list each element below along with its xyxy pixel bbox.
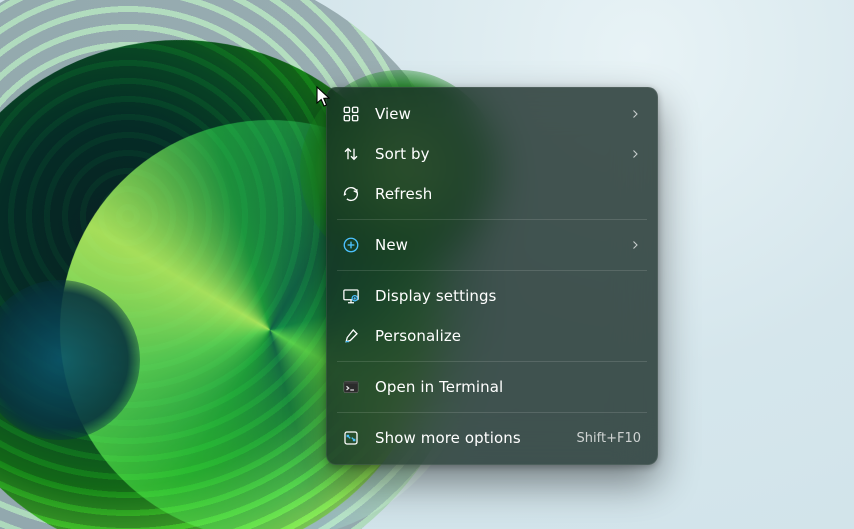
grid-view-icon [341, 104, 361, 124]
menu-item-view[interactable]: View [327, 94, 657, 134]
chevron-right-icon [629, 239, 641, 251]
menu-item-refresh[interactable]: Refresh [327, 174, 657, 214]
menu-separator [337, 270, 647, 271]
menu-item-label: Personalize [375, 327, 641, 345]
menu-item-open-in-terminal[interactable]: Open in Terminal [327, 367, 657, 407]
menu-separator [337, 361, 647, 362]
menu-item-display-settings[interactable]: Display settings [327, 276, 657, 316]
menu-item-label: View [375, 105, 615, 123]
terminal-icon [341, 377, 361, 397]
sort-icon [341, 144, 361, 164]
desktop-context-menu: View Sort by Refresh [326, 87, 658, 465]
menu-item-new[interactable]: New [327, 225, 657, 265]
paintbrush-icon [341, 326, 361, 346]
menu-item-show-more-options[interactable]: Show more options Shift+F10 [327, 418, 657, 458]
chevron-right-icon [629, 108, 641, 120]
menu-separator [337, 412, 647, 413]
plus-circle-icon [341, 235, 361, 255]
menu-item-label: New [375, 236, 615, 254]
refresh-icon [341, 184, 361, 204]
menu-item-label: Sort by [375, 145, 615, 163]
chevron-right-icon [629, 148, 641, 160]
menu-item-shortcut: Shift+F10 [577, 431, 641, 446]
expand-options-icon [341, 428, 361, 448]
menu-separator [337, 219, 647, 220]
display-settings-icon [341, 286, 361, 306]
menu-item-label: Show more options [375, 429, 563, 447]
menu-item-personalize[interactable]: Personalize [327, 316, 657, 356]
menu-item-sort-by[interactable]: Sort by [327, 134, 657, 174]
menu-item-label: Display settings [375, 287, 641, 305]
menu-item-label: Open in Terminal [375, 378, 641, 396]
menu-item-label: Refresh [375, 185, 641, 203]
